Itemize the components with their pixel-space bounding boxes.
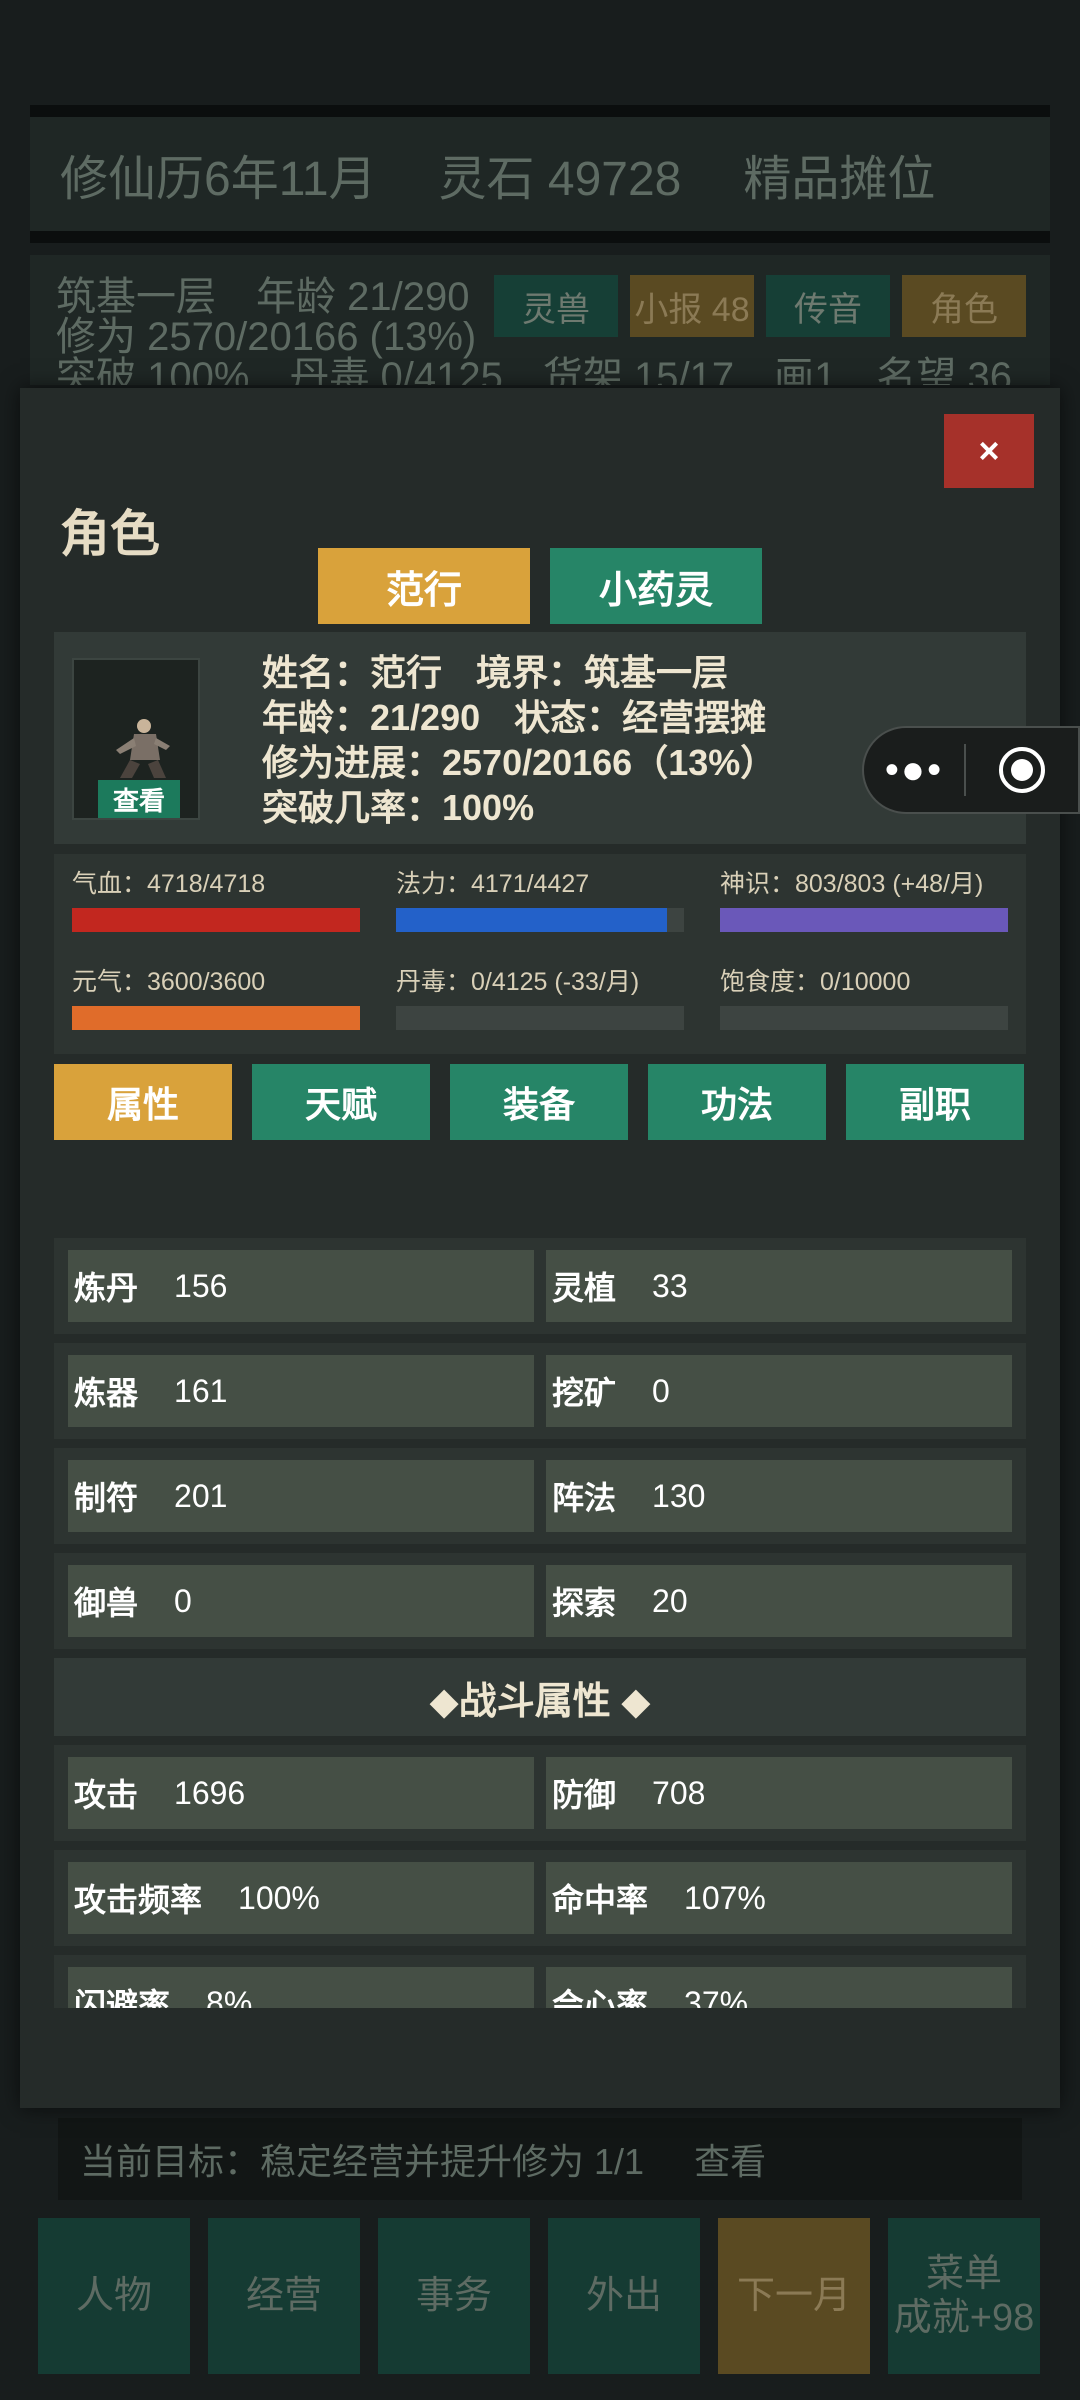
character-tabs: 范行 小药灵: [318, 548, 762, 624]
close-miniprogram-icon[interactable]: [966, 728, 1078, 812]
attr-row: 攻击频率 100% 命中率 107%: [54, 1850, 1026, 1946]
stat-hp-label: 气血：4718/4718: [72, 870, 266, 898]
tab-side-jobs[interactable]: 副职: [846, 1064, 1024, 1140]
attr-row: 闪避率 8% 会心率 37%: [54, 1955, 1026, 2008]
attr-herb: 灵植 33: [546, 1250, 1012, 1322]
profile-name: 姓名：范行: [262, 652, 443, 693]
attr-row: 攻击 1696 防御 708: [54, 1745, 1026, 1841]
nav-next-month[interactable]: 下一月: [718, 2218, 870, 2374]
attr-dodge-rate: 闪避率 8%: [68, 1967, 534, 2008]
attr-row: 制符 201 阵法 130: [54, 1448, 1026, 1544]
news-button[interactable]: 小报 48: [630, 275, 754, 337]
nav-character[interactable]: 人物: [38, 2218, 190, 2374]
stat-spirit-bar: [720, 908, 1008, 932]
stat-mp-bar: [396, 908, 684, 932]
game-date: 修仙历6年11月: [60, 153, 377, 206]
stat-yuan-bar: [72, 1006, 360, 1030]
profile-age: 年龄：21/290: [262, 697, 481, 738]
attr-mining: 挖矿 0: [546, 1355, 1012, 1427]
stat-mp: 法力：4171/4427: [396, 864, 684, 932]
detail-tabs: 属性 天赋 装备 功法 副职: [54, 1064, 1024, 1140]
stat-yuan: 元气：3600/3600: [72, 962, 360, 1030]
summary-line-3: 突破 100% 丹毒 0/4125 货架 15/17 画1 名望 36: [56, 355, 1012, 385]
tab-character-xiaoyaoling[interactable]: 小药灵: [550, 548, 762, 624]
profile-breakthrough: 突破几率：100%: [262, 787, 535, 828]
stat-poison-label: 丹毒：0/4125 (-33/月): [396, 968, 640, 996]
attr-attack: 攻击 1696: [68, 1757, 534, 1829]
game-header: 修仙历6年11月 灵石 49728 精品摊位: [30, 105, 1050, 243]
nav-outing[interactable]: 外出: [548, 2218, 700, 2374]
message-button[interactable]: 传音: [766, 275, 890, 337]
stat-satiety: 饱食度：0/10000: [720, 962, 1008, 1030]
tab-talents[interactable]: 天赋: [252, 1064, 430, 1140]
combat-section-title: ◆战斗属性 ◆: [54, 1658, 1026, 1736]
character-button[interactable]: 角色: [902, 275, 1026, 337]
tab-attributes[interactable]: 属性: [54, 1064, 232, 1140]
pet-button[interactable]: 灵兽: [494, 275, 618, 337]
goal-text: 当前目标：稳定经营并提升修为 1/1: [80, 2141, 645, 2182]
attr-beast-taming: 御兽 0: [68, 1565, 534, 1637]
attr-defense: 防御 708: [546, 1757, 1012, 1829]
attributes-list[interactable]: 炼丹 156 灵植 33 炼器 161 挖矿 0 制符 201 阵法 130 御兽 0 探索 2…: [54, 1238, 1026, 2008]
currency-display: 灵石 49728: [438, 153, 682, 206]
stall-label: 精品摊位: [743, 153, 936, 206]
attr-forging: 炼器 161: [68, 1355, 534, 1427]
attr-talisman: 制符 201: [68, 1460, 534, 1532]
tab-skills[interactable]: 功法: [648, 1064, 826, 1140]
stat-satiety-bar: [720, 1006, 1008, 1030]
attr-formation: 阵法 130: [546, 1460, 1012, 1532]
stat-poison-bar: [396, 1006, 684, 1030]
tab-equipment[interactable]: 装备: [450, 1064, 628, 1140]
bottom-nav: 人物 经营 事务 外出 下一月 菜单 成就+98: [38, 2218, 1040, 2374]
attr-alchemy: 炼丹 156: [68, 1250, 534, 1322]
profile-details: 姓名：范行 境界：筑基一层 年龄：21/290 状态：经营摆摊 修为进展：2570/…: [262, 650, 810, 830]
nav-affairs[interactable]: 事务: [378, 2218, 530, 2374]
stat-hp-bar: [72, 908, 360, 932]
stat-poison: 丹毒：0/4125 (-33/月): [396, 962, 684, 1030]
header-buttons: 灵兽 小报 48 传音 角色: [494, 275, 1026, 337]
more-options-icon[interactable]: •●•: [864, 728, 964, 812]
current-goal: 当前目标：稳定经营并提升修为 1/1 查看: [58, 2118, 1022, 2200]
avatar-view-badge[interactable]: 查看: [98, 780, 180, 818]
character-figure-icon: [116, 719, 170, 778]
nav-business[interactable]: 经营: [208, 2218, 360, 2374]
attr-hit-rate: 命中率 107%: [546, 1862, 1012, 1934]
attr-attack-rate: 攻击频率 100%: [68, 1862, 534, 1934]
attr-crit-rate: 会心率 37%: [546, 1967, 1012, 2008]
attr-row: 炼丹 156 灵植 33: [54, 1238, 1026, 1334]
profile-realm: 境界：筑基一层: [476, 652, 729, 693]
modal-title: 角色: [60, 504, 160, 563]
stat-spirit: 神识：803/803 (+48/月): [720, 864, 1008, 932]
goal-view-link[interactable]: 查看: [694, 2133, 766, 2185]
attr-row: 御兽 0 探索 20: [54, 1553, 1026, 1649]
profile-progress: 修为进展：2570/20166（13%）: [262, 742, 777, 783]
stat-spirit-label: 神识：803/803 (+48/月): [720, 870, 984, 898]
character-modal: × 角色 范行 小药灵 查看 姓名：范行 境界：筑基一层 年龄：21/290 状态：…: [20, 388, 1060, 2108]
profile-status: 状态：经营摆摊: [514, 697, 767, 738]
stat-yuan-label: 元气：3600/3600: [72, 968, 266, 996]
stat-hp: 气血：4718/4718: [72, 864, 360, 932]
stat-mp-label: 法力：4171/4427: [396, 870, 590, 898]
tab-character-fanxing[interactable]: 范行: [318, 548, 530, 624]
close-button[interactable]: ×: [944, 414, 1034, 488]
stats-panel: 气血：4718/4718 法力：4171/4427 神识：803/803 (+4…: [54, 854, 1026, 1054]
stat-satiety-label: 饱食度：0/10000: [720, 968, 911, 996]
nav-menu[interactable]: 菜单 成就+98: [888, 2218, 1040, 2374]
attr-exploration: 探索 20: [546, 1565, 1012, 1637]
attr-row: 炼器 161 挖矿 0: [54, 1343, 1026, 1439]
avatar[interactable]: 查看: [72, 658, 200, 820]
miniprogram-capsule: •●•: [862, 726, 1080, 814]
